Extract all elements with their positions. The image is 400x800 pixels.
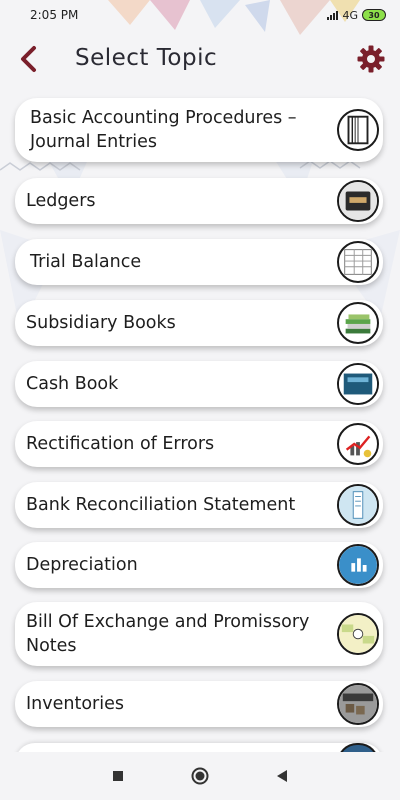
- notebook-icon: [337, 109, 379, 151]
- topic-label: Cash Book: [26, 374, 119, 394]
- network-type: 4G: [342, 8, 358, 22]
- cash-book-icon: [337, 363, 379, 405]
- nav-back-button[interactable]: [272, 766, 292, 786]
- triangle-back-icon: [277, 770, 287, 782]
- system-nav-bar: [0, 752, 400, 800]
- spreadsheet-icon: [337, 241, 379, 283]
- bar-chart-icon: [337, 544, 379, 586]
- topic-subsidiary-books[interactable]: Subsidiary Books: [15, 300, 383, 346]
- ledger-book-icon: [337, 180, 379, 222]
- topic-label: Rectification of Errors: [26, 434, 215, 454]
- circle-icon: [191, 767, 209, 785]
- book-stack-icon: [337, 302, 379, 344]
- status-indicators: 4G 30: [327, 9, 386, 22]
- page-title: Select Topic: [75, 45, 218, 71]
- home-button[interactable]: [190, 766, 210, 786]
- battery-level: 30: [368, 10, 380, 20]
- topic-rectification-of-errors[interactable]: Rectification of Errors: [15, 421, 383, 467]
- inventory-icon: [337, 683, 379, 725]
- topic-bank-reconciliation[interactable]: Bank Reconciliation Statement: [15, 482, 383, 528]
- recents-button[interactable]: [108, 766, 128, 786]
- back-button[interactable]: [14, 44, 44, 74]
- topic-label: Depreciation: [26, 555, 138, 575]
- topic-depreciation[interactable]: Depreciation: [15, 542, 383, 588]
- chevron-left-icon: [21, 46, 36, 72]
- settings-button[interactable]: [356, 44, 386, 74]
- topic-ledgers[interactable]: Ledgers: [15, 178, 383, 224]
- signal-icon: [327, 10, 339, 20]
- status-time: 2:05 PM: [30, 8, 79, 22]
- bill-vs-note-icon: [337, 613, 379, 655]
- square-icon: [113, 771, 123, 781]
- topic-bill-of-exchange[interactable]: Bill Of Exchange and Promissory Notes: [15, 602, 383, 666]
- topic-journal-entries[interactable]: Basic Accounting Procedures – Journal En…: [15, 98, 383, 162]
- app-bar: Select Topic: [0, 34, 400, 84]
- bank-statement-icon: [337, 484, 379, 526]
- topic-label: Subsidiary Books: [26, 313, 176, 333]
- topic-cash-book[interactable]: Cash Book: [15, 361, 383, 407]
- battery-icon: 30: [362, 9, 386, 21]
- topic-label: Trial Balance: [30, 252, 142, 272]
- topic-label: Inventories: [26, 694, 124, 714]
- topic-label: Ledgers: [26, 191, 96, 211]
- topic-label: Basic Accounting Procedures – Journal En…: [30, 108, 297, 152]
- rising-chart-icon: [337, 423, 379, 465]
- topic-trial-balance[interactable]: Trial Balance: [15, 239, 383, 285]
- topic-label: Bank Reconciliation Statement: [26, 495, 296, 515]
- topic-inventories[interactable]: Inventories: [15, 681, 383, 727]
- status-bar: 2:05 PM 4G 30: [0, 0, 400, 30]
- topic-label: Bill Of Exchange and Promissory Notes: [26, 612, 310, 656]
- gear-icon: [357, 45, 385, 73]
